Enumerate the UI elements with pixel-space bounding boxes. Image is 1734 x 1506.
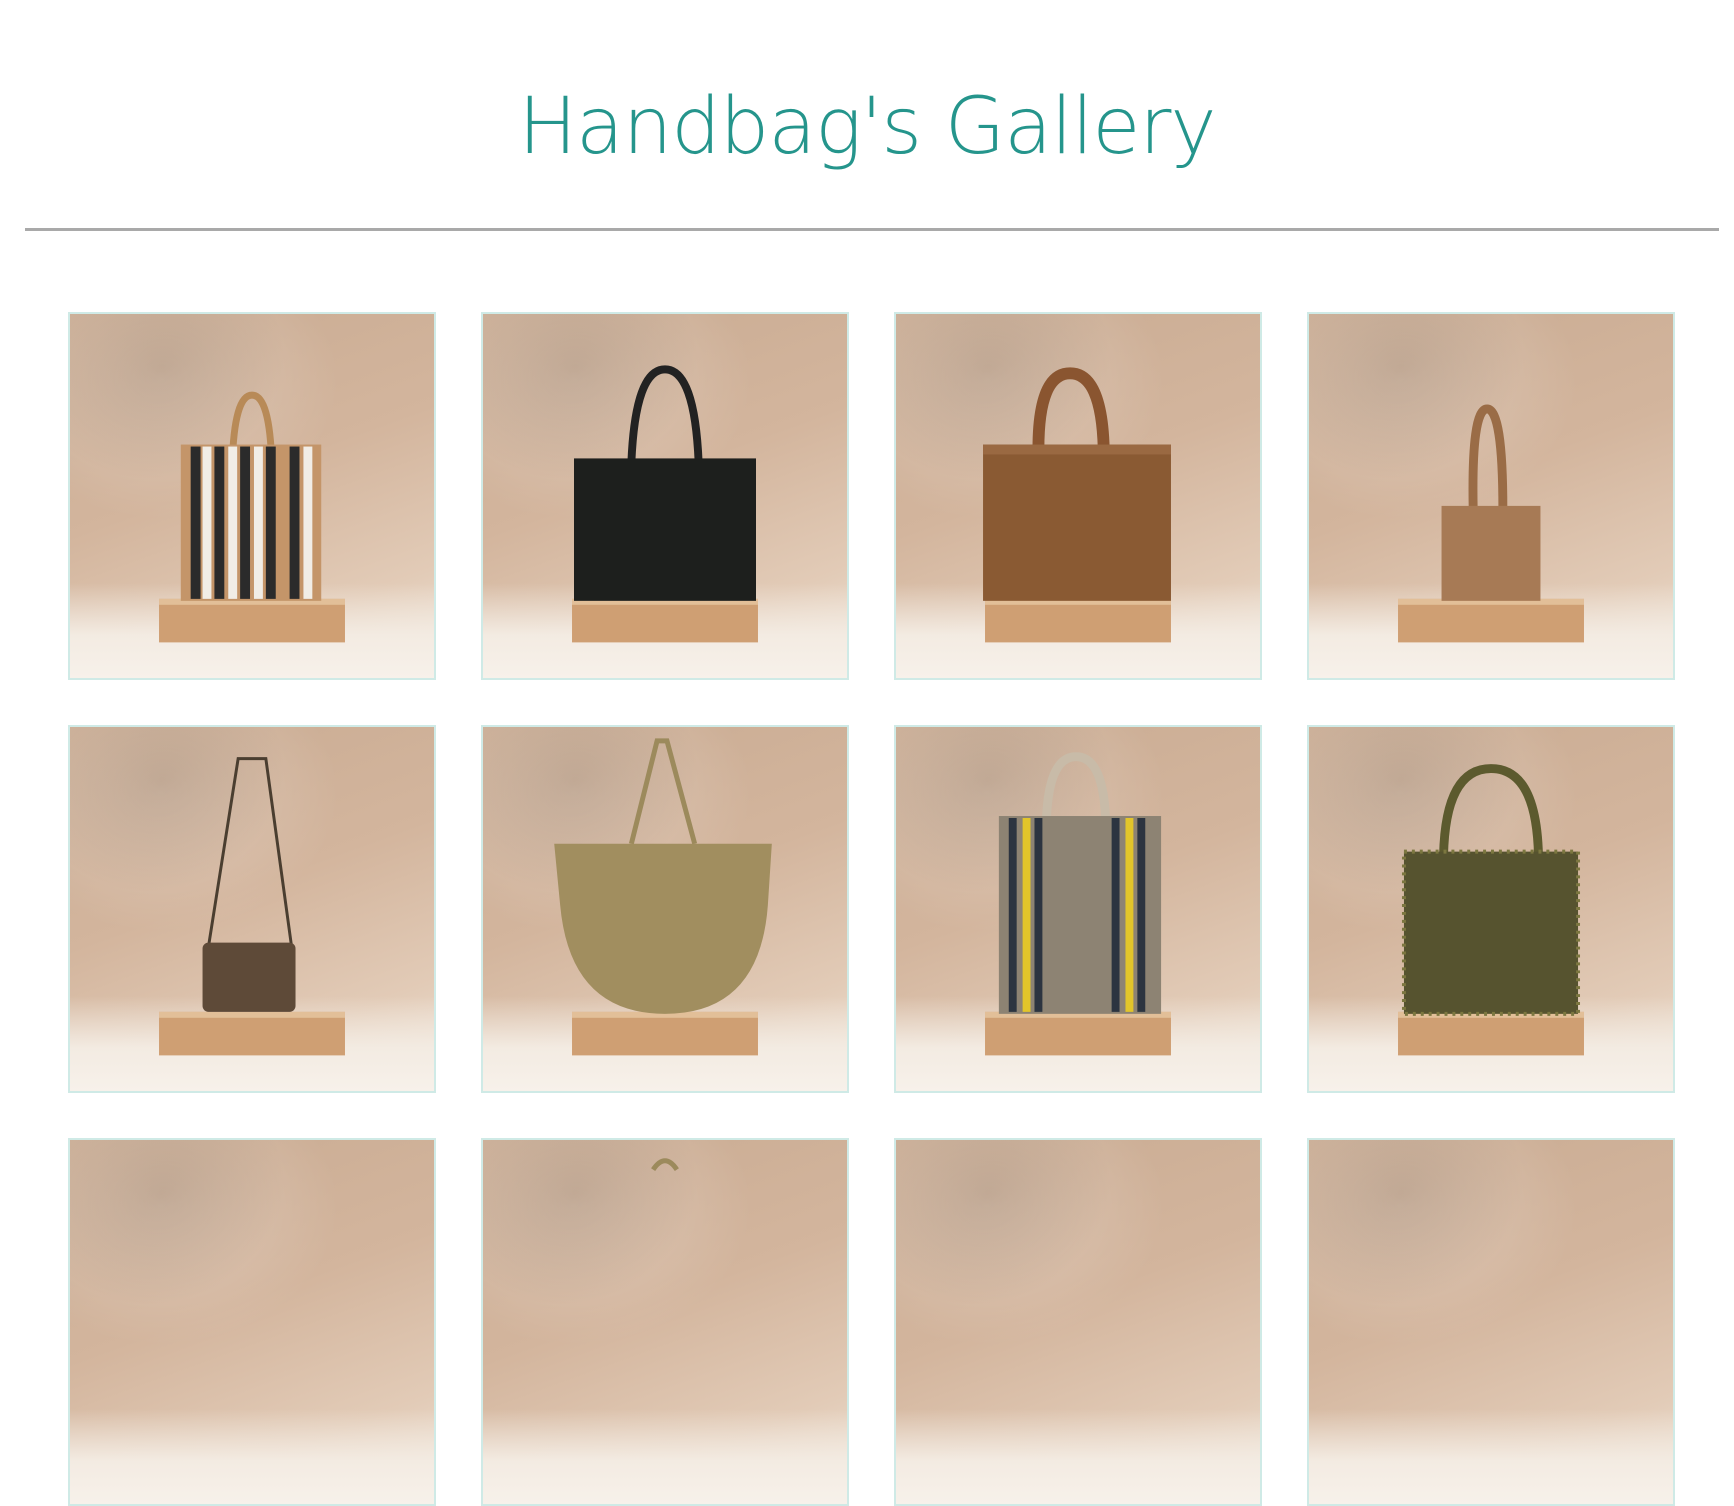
title-divider — [25, 228, 1719, 231]
handbag-image — [1398, 404, 1584, 643]
gallery-item-10[interactable] — [481, 1138, 849, 1506]
handbag-image — [554, 738, 772, 1056]
gallery-item-5[interactable] — [68, 725, 436, 1093]
gallery-item-4[interactable] — [1307, 312, 1675, 680]
handbag-image — [1398, 764, 1584, 1056]
gallery-item-9[interactable] — [68, 1138, 436, 1506]
gallery-item-2[interactable] — [481, 312, 849, 680]
gallery-item-7[interactable] — [894, 725, 1262, 1093]
gallery-item-8[interactable] — [1307, 725, 1675, 1093]
gallery-grid — [68, 312, 1678, 1506]
handbag-image — [70, 1140, 434, 1504]
page-title: Handbag's Gallery — [518, 82, 1216, 172]
handbag-image — [1309, 1140, 1673, 1504]
gallery-item-6[interactable] — [481, 725, 849, 1093]
handbag-image — [983, 367, 1171, 643]
gallery-item-3[interactable] — [894, 312, 1262, 680]
handbag-image — [651, 1158, 679, 1172]
handbag-image — [572, 365, 758, 643]
handbag-image — [896, 1140, 1260, 1504]
gallery-item-12[interactable] — [1307, 1138, 1675, 1506]
handbag-image — [985, 752, 1171, 1056]
gallery-item-1[interactable] — [68, 312, 436, 680]
gallery-page: Handbag's Gallery — [0, 0, 1734, 1506]
handbag-image — [159, 391, 345, 643]
handbag-image — [159, 757, 345, 1056]
gallery-item-11[interactable] — [894, 1138, 1262, 1506]
